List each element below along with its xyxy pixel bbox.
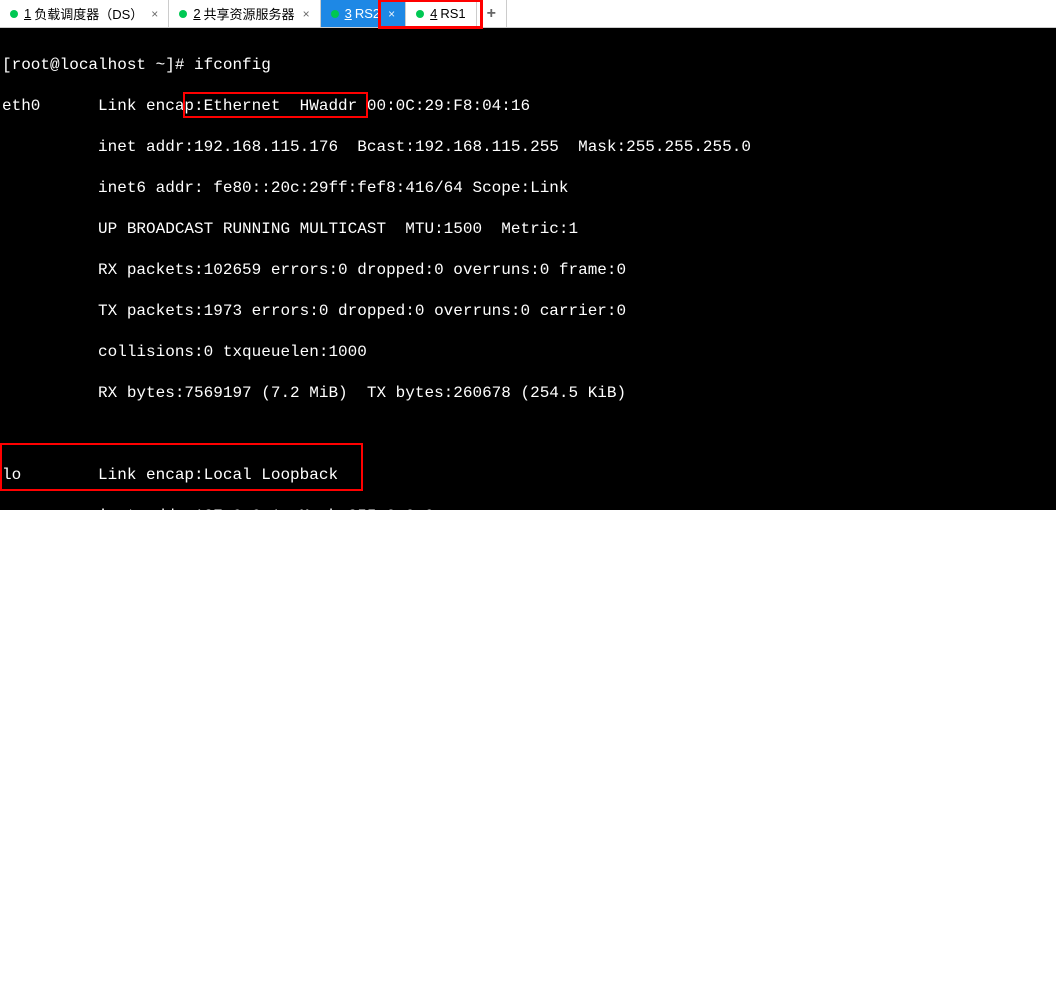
tab-label: RS1 (440, 6, 465, 21)
close-icon[interactable]: × (151, 7, 158, 21)
tab-rs2[interactable]: 3 RS2 × (321, 0, 407, 27)
status-dot-icon (179, 10, 187, 18)
terminal-blank (2, 793, 1054, 814)
tab-rs1[interactable]: 4 RS1 (406, 0, 477, 27)
terminal-output[interactable]: [root@localhost ~]# ifconfig eth0 Link e… (0, 28, 1056, 510)
tab-number: 4 (430, 6, 437, 21)
tab-number: 2 (193, 6, 200, 21)
terminal-line: UP BROADCAST RUNNING MULTICAST MTU:1500 … (2, 219, 1054, 240)
tab-shared-resource[interactable]: 2 共享资源服务器 × (169, 0, 320, 27)
terminal-line: collisions:0 txqueuelen:1000 (2, 342, 1054, 363)
terminal-line: RX packets:56 errors:0 dropped:0 overrun… (2, 629, 1054, 650)
add-tab-button[interactable]: + (477, 0, 507, 27)
terminal-line: UP LOOPBACK RUNNING MTU:16436 Metric:1 (2, 916, 1054, 937)
tab-label: RS2 (355, 6, 380, 21)
close-icon[interactable]: × (388, 7, 395, 21)
tab-label: 共享资源服务器 (204, 4, 295, 23)
close-icon[interactable]: × (303, 7, 310, 21)
terminal-line: TX packets:1973 errors:0 dropped:0 overr… (2, 301, 1054, 322)
terminal-line: collisions:0 txqueuelen:0 (2, 711, 1054, 732)
terminal-line: RX packets:102659 errors:0 dropped:0 ove… (2, 260, 1054, 281)
status-dot-icon (331, 10, 339, 18)
terminal-prompt: [root@localhost ~]# ifconfig (2, 55, 1054, 76)
tab-number: 3 (345, 6, 352, 21)
tab-bar: 1 负载调度器（DS） × 2 共享资源服务器 × 3 RS2 × 4 RS1 … (0, 0, 1056, 28)
terminal-line: RX bytes:5397 (5.2 KiB) TX bytes:5397 (5… (2, 752, 1054, 773)
status-dot-icon (416, 10, 424, 18)
terminal-line: inet addr:192.168.115.176 Bcast:192.168.… (2, 137, 1054, 158)
terminal-line: UP LOOPBACK RUNNING MTU:16436 Metric:1 (2, 588, 1054, 609)
tab-label: 负载调度器（DS） (34, 4, 143, 23)
terminal-line: lo:0 Link encap:Local Loopback (2, 834, 1054, 855)
terminal-line: RX bytes:7569197 (7.2 MiB) TX bytes:2606… (2, 383, 1054, 404)
terminal-line: inet6 addr: ::1/128 Scope:Host (2, 547, 1054, 568)
terminal-blank (2, 424, 1054, 445)
terminal-line: inet6 addr: fe80::20c:29ff:fef8:416/64 S… (2, 178, 1054, 199)
terminal-line: inet addr:192.168.115.100 Mask:255.255.2… (2, 875, 1054, 896)
status-dot-icon (10, 10, 18, 18)
terminal-line: lo Link encap:Local Loopback (2, 465, 1054, 486)
tab-number: 1 (24, 6, 31, 21)
tab-ds[interactable]: 1 负载调度器（DS） × (0, 0, 169, 27)
terminal-line: eth0 Link encap:Ethernet HWaddr 00:0C:29… (2, 96, 1054, 117)
terminal-line: TX packets:56 errors:0 dropped:0 overrun… (2, 670, 1054, 691)
